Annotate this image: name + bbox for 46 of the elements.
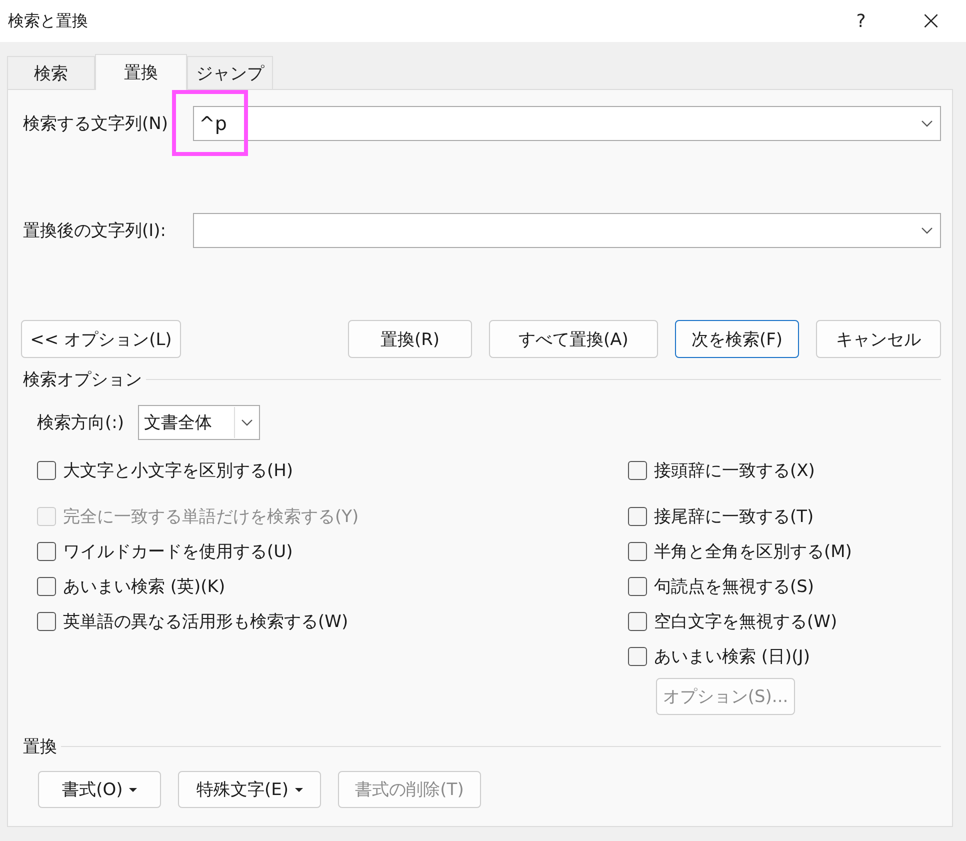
window-title: 検索と置換 (8, 10, 89, 32)
dialog-button[interactable]: 置換(R) (348, 320, 472, 358)
checkbox[interactable] (37, 612, 56, 631)
chevron-down-icon (241, 419, 253, 426)
checkbox-option[interactable]: あいまい検索 (英)(K) (37, 569, 226, 604)
field-label: 検索する文字列(N) (23, 113, 169, 135)
section-heading: 検索オプション (23, 369, 142, 391)
tab[interactable]: ジャンプ (187, 56, 273, 89)
checkbox-option[interactable]: 接尾辞に一致する(T) (628, 499, 814, 534)
dialog-button[interactable]: 次を検索(F) (675, 320, 799, 358)
checkbox[interactable] (628, 612, 647, 631)
checkbox[interactable] (628, 577, 647, 596)
dialog-button[interactable]: すべて置換(A) (489, 320, 658, 358)
checkbox-option[interactable]: あいまい検索 (日)(J) (628, 639, 810, 674)
tab[interactable]: 検索 (7, 56, 95, 89)
chevron-down-icon (921, 120, 933, 127)
help-button[interactable]: ? (826, 0, 896, 42)
checkbox-option[interactable]: 半角と全角を区別する(M) (628, 534, 852, 569)
checkbox[interactable] (628, 542, 647, 561)
checkbox-option[interactable]: 空白文字を無視する(W) (628, 604, 838, 639)
checkbox-option[interactable]: 句読点を無視する(S) (628, 569, 814, 604)
checkbox[interactable] (37, 461, 56, 480)
dialog-button[interactable]: キャンセル (816, 320, 941, 358)
direction-select[interactable]: 文書全体 (138, 405, 260, 440)
tab[interactable]: 置換 (95, 54, 187, 90)
checkbox-option[interactable]: 英単語の異なる活用形も検索する(W) (37, 604, 348, 639)
section-heading: 置換 (23, 736, 57, 758)
replace-field[interactable] (193, 213, 941, 248)
checkbox[interactable] (628, 461, 647, 480)
caret-icon (294, 788, 302, 792)
chevron-down-icon (921, 227, 933, 234)
checkbox[interactable] (37, 577, 56, 596)
find-field[interactable]: ^p (193, 106, 941, 141)
checkbox-option[interactable]: 大文字と小文字を区別する(H) (37, 453, 294, 488)
checkbox-option[interactable]: 接頭辞に一致する(X) (628, 453, 815, 488)
checkbox[interactable] (628, 647, 647, 666)
caret-icon (128, 788, 137, 792)
checkbox-option[interactable]: ワイルドカードを使用する(U) (37, 534, 293, 569)
field-label: 検索方向(:) (37, 412, 124, 434)
checkbox[interactable] (628, 507, 647, 526)
close-button[interactable]: × (896, 0, 966, 42)
menu-button[interactable]: 特殊文字(E) (178, 771, 321, 808)
checkbox[interactable] (37, 542, 56, 561)
menu-button[interactable]: 書式(O) (38, 771, 161, 808)
field-label: 置換後の文字列(I): (23, 220, 168, 242)
dialog-button[interactable]: << オプション(L) (21, 320, 181, 358)
